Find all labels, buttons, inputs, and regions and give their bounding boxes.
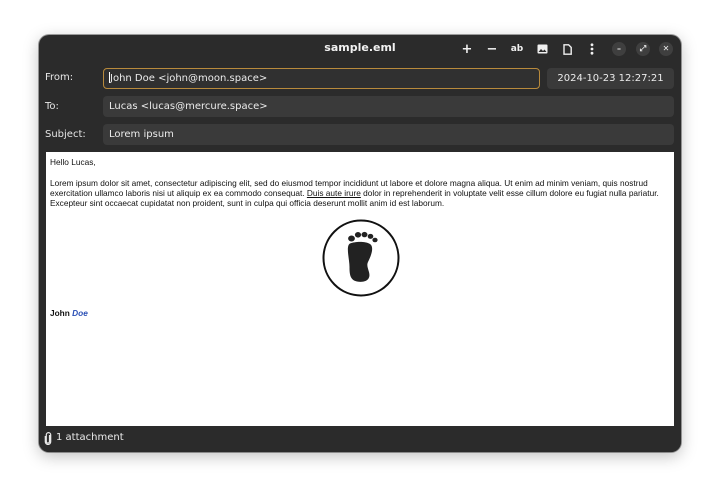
body-paragraph: Lorem ipsum dolor sit amet, consectetur … <box>50 178 672 208</box>
titlebar[interactable]: sample.eml + − ab – ⤢ ✕ <box>39 35 681 63</box>
minimize-button[interactable]: – <box>612 42 626 56</box>
subject-field[interactable]: Lorem ipsum <box>103 124 674 145</box>
from-field[interactable]: John Doe <john@moon.space> <box>103 68 540 89</box>
to-value: Lucas <lucas@mercure.space> <box>109 101 268 112</box>
from-label: From: <box>45 72 74 83</box>
to-field[interactable]: Lucas <lucas@mercure.space> <box>103 96 674 117</box>
image-icon <box>537 44 547 54</box>
add-button[interactable]: + <box>458 39 476 59</box>
document-icon <box>562 43 572 55</box>
text-view-button[interactable]: ab <box>508 39 526 59</box>
close-icon: ✕ <box>662 44 670 53</box>
document-button[interactable] <box>558 39 576 59</box>
minus-icon: − <box>486 41 498 57</box>
attachments-bar[interactable]: 1 attachment <box>39 426 681 452</box>
subject-value: Lorem ipsum <box>109 129 174 140</box>
from-value: John Doe <john@moon.space> <box>110 73 268 84</box>
message-body[interactable]: Hello Lucas, Lorem ipsum dolor sit amet,… <box>46 152 674 426</box>
greeting-text: Hello Lucas, <box>50 157 96 167</box>
subject-label: Subject: <box>45 129 86 140</box>
signature: John Doe <box>50 308 88 318</box>
kebab-menu-icon <box>590 43 594 55</box>
images-button[interactable] <box>533 39 551 59</box>
close-button[interactable]: ✕ <box>659 42 673 56</box>
to-label: To: <box>45 101 59 112</box>
attachment-count: 1 attachment <box>56 432 124 443</box>
remove-button[interactable]: − <box>483 39 501 59</box>
minimize-icon: – <box>617 44 621 53</box>
text-icon: ab <box>510 44 524 54</box>
maximize-button[interactable]: ⤢ <box>636 42 650 56</box>
date-field: 2024-10-23 12:27:21 <box>547 68 674 89</box>
footprint-logo-icon <box>322 219 400 297</box>
signature-last: Doe <box>72 308 88 318</box>
signature-first: John <box>50 308 70 318</box>
maximize-icon: ⤢ <box>639 44 647 53</box>
paperclip-icon <box>44 432 52 445</box>
menu-button[interactable] <box>583 39 601 59</box>
plus-icon: + <box>461 41 473 57</box>
body-link[interactable]: Duis aute irure <box>307 188 361 198</box>
email-viewer-window: sample.eml + − ab – ⤢ ✕ From: John Doe <… <box>39 35 681 452</box>
